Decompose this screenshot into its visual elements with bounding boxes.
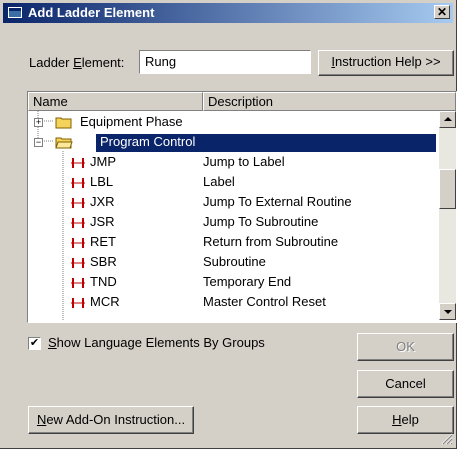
instruction-description: Temporary End [203, 274, 292, 289]
instruction-description: Jump to Label [203, 154, 285, 169]
instruction-name: JXR [90, 194, 115, 209]
add-ladder-element-dialog: Add Ladder Element ✕ Ladder Element: Run… [0, 0, 457, 449]
window-icon [8, 7, 22, 18]
instruction-name: JSR [90, 214, 115, 229]
folder-open-icon [55, 137, 73, 149]
rung-instruction-icon [71, 238, 85, 248]
scroll-thumb[interactable] [439, 169, 456, 209]
rung-instruction-icon [71, 218, 85, 228]
label-part: nstruction Help >> [335, 54, 441, 69]
help-button[interactable]: Help [357, 406, 454, 434]
scroll-up-button[interactable] [439, 111, 456, 128]
label-part: how Language Elements By Groups [56, 335, 265, 350]
instruction-description: Jump To Subroutine [203, 214, 319, 229]
ok-button[interactable]: OK [357, 333, 454, 361]
resize-grip-icon[interactable] [441, 433, 453, 445]
label-part: Ladder [29, 55, 74, 70]
label-part: OK [396, 339, 415, 354]
new-add-on-instruction-button[interactable]: New Add-On Instruction... [28, 406, 194, 434]
instruction-description: Master Control Reset [203, 294, 326, 309]
ladder-element-input[interactable]: Rung [139, 50, 311, 74]
window-title: Add Ladder Element [28, 5, 155, 20]
tree-item-folder[interactable]: + Equipment Phase [28, 113, 438, 133]
rung-instruction-icon [71, 158, 85, 168]
rung-instruction-icon [71, 258, 85, 268]
vertical-scrollbar[interactable] [439, 111, 456, 320]
arrow-down-icon [444, 310, 452, 314]
folder-name: Program Control [100, 134, 196, 149]
instruction-name: TND [90, 274, 117, 289]
instruction-name: MCR [90, 294, 120, 309]
rung-instruction-icon [71, 298, 85, 308]
tree-item-instruction[interactable]: JSR Jump To Subroutine [28, 213, 438, 233]
rung-instruction-icon [71, 178, 85, 188]
ladder-element-label: Ladder Element: [29, 55, 124, 70]
tree-item-instruction[interactable]: MCR Master Control Reset [28, 293, 438, 313]
label-part: ew Add-On Instruction... [46, 412, 186, 427]
instruction-help-button[interactable]: Instruction Help >> [318, 50, 454, 76]
expand-icon[interactable]: + [34, 118, 43, 127]
label-part: S [48, 335, 57, 350]
tree-item-instruction[interactable]: TND Temporary End [28, 273, 438, 293]
instruction-name: SBR [90, 254, 117, 269]
folder-name: Equipment Phase [80, 114, 183, 129]
tree-item-instruction[interactable]: JXR Jump To External Routine [28, 193, 438, 213]
tree-item-instruction[interactable]: SBR Subroutine [28, 253, 438, 273]
label-part: N [36, 412, 47, 427]
show-groups-label[interactable]: Show Language Elements By Groups [48, 335, 265, 350]
title-bar[interactable]: Add Ladder Element ✕ [3, 3, 453, 23]
label-part: H [392, 412, 402, 427]
tree-item-folder[interactable]: − Program Control [28, 133, 438, 153]
tree-item-instruction[interactable]: RET Return from Subroutine [28, 233, 438, 253]
ladder-element-tree[interactable]: Name Description + Equipment Phase − Progra… [28, 92, 456, 322]
instruction-description: Jump To External Routine [203, 194, 352, 209]
rung-instruction-icon [71, 278, 85, 288]
instruction-description: Label [203, 174, 235, 189]
arrow-up-icon [444, 117, 452, 121]
show-groups-checkbox[interactable]: ✔ [28, 337, 41, 350]
instruction-name: LBL [90, 174, 114, 189]
column-header-description[interactable]: Description [203, 92, 456, 111]
label-part: elp [401, 412, 419, 427]
cancel-button[interactable]: Cancel [357, 370, 454, 398]
folder-icon [55, 117, 72, 129]
scroll-down-button[interactable] [439, 303, 456, 320]
close-button[interactable]: ✕ [434, 5, 450, 19]
label-part: E [73, 55, 82, 70]
collapse-icon[interactable]: − [34, 138, 43, 147]
instruction-description: Subroutine [203, 254, 266, 269]
tree-item-instruction[interactable]: LBL Label [28, 173, 438, 193]
instruction-description: Return from Subroutine [203, 234, 339, 249]
tree-item-instruction[interactable]: JMP Jump to Label [28, 153, 438, 173]
label-part: lement: [81, 55, 125, 70]
instruction-name: JMP [90, 154, 116, 169]
rung-instruction-icon [71, 198, 85, 208]
column-header-name[interactable]: Name [28, 92, 203, 111]
instruction-name: RET [90, 234, 116, 249]
